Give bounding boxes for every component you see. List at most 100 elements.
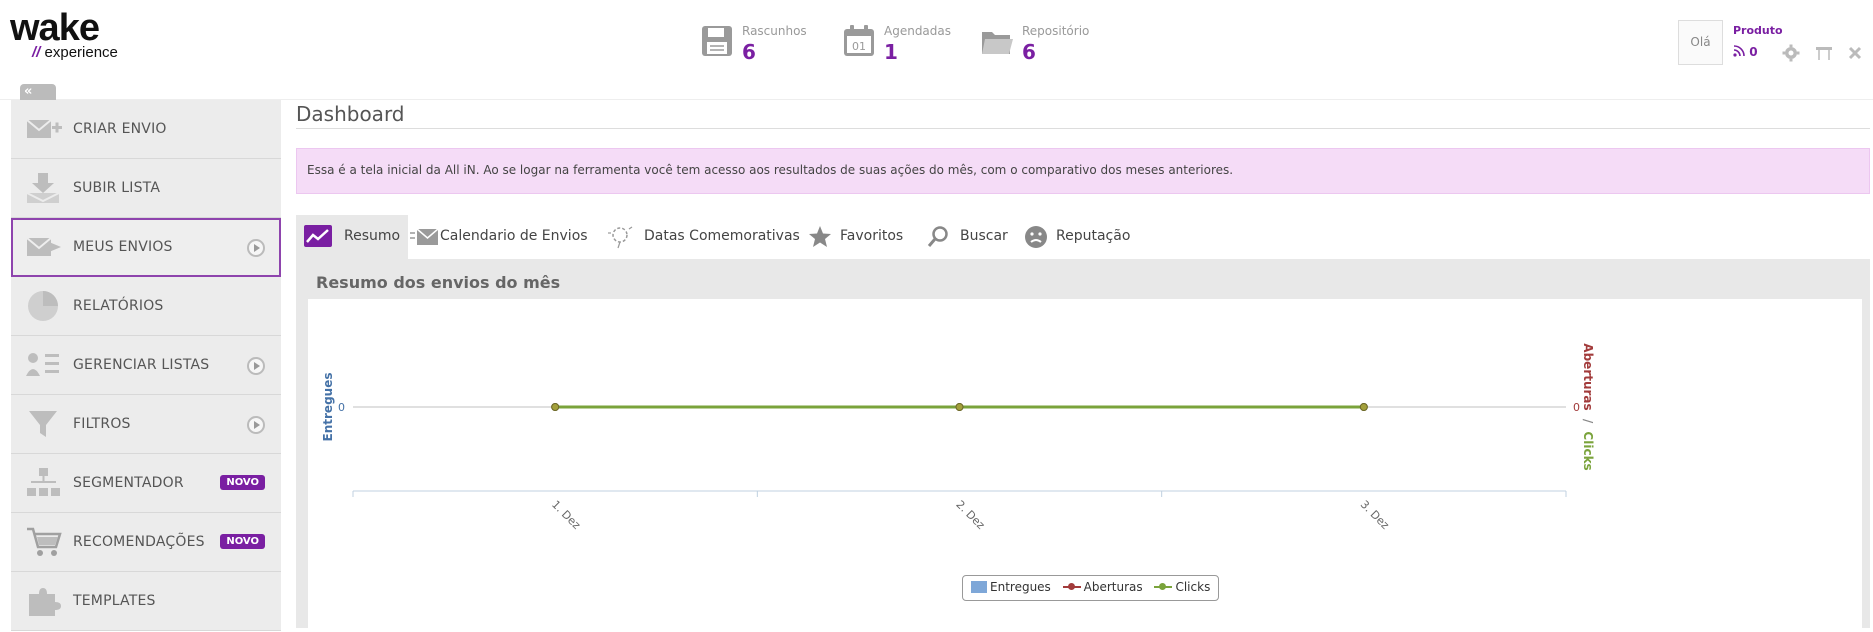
- stat-label: Repositório: [1022, 24, 1090, 38]
- feed-count: 0: [1749, 45, 1758, 59]
- gear-icon[interactable]: [1782, 44, 1800, 62]
- sidebar: CRIAR ENVIO SUBIR LISTA MEUS ENVIOS RELA…: [11, 100, 281, 631]
- tab-label: Buscar: [960, 228, 1008, 244]
- tab-resumo[interactable]: Resumo: [296, 215, 408, 259]
- my-sends-icon: [26, 237, 61, 256]
- sidebar-item-filtros[interactable]: FILTROS: [11, 395, 281, 454]
- y-axis-label-separator: /: [1581, 419, 1595, 424]
- user-name[interactable]: Produto: [1733, 24, 1783, 37]
- magnifier-icon: [927, 226, 948, 247]
- stat-value: 1: [884, 40, 898, 64]
- balloon-icon: [608, 226, 633, 249]
- feed-counter[interactable]: 0: [1733, 45, 1758, 59]
- sidebar-item-label: TEMPLATES: [73, 593, 156, 609]
- dashboard-tabs: Resumo Calendario de Envios Datas Comemo…: [296, 215, 1870, 259]
- tab-calendario[interactable]: Calendario de Envios: [408, 215, 598, 259]
- chart-container: 1. Dez 2. Dez 3. Dez Entregues 0 0 Abertur…: [308, 299, 1862, 628]
- tab-label: Calendario de Envios: [440, 228, 588, 244]
- sidebar-item-templates[interactable]: TEMPLATES: [11, 572, 281, 631]
- stat-label: Agendadas: [884, 24, 952, 38]
- funnel-icon: [29, 411, 57, 437]
- manage-lists-icon: [26, 353, 59, 376]
- trend-icon: [304, 225, 332, 247]
- wake-logo[interactable]: wake // experience: [10, 8, 118, 61]
- calendar-day-text: 01: [852, 40, 866, 53]
- tab-datas-comemorativas[interactable]: Datas Comemorativas: [598, 215, 800, 259]
- cart-icon: [27, 527, 62, 556]
- stat-value: 6: [1022, 40, 1036, 64]
- sidebar-item-label: RELATÓRIOS: [73, 298, 164, 314]
- monitor-icon[interactable]: [1815, 44, 1833, 62]
- y-axis-label-clicks: Clicks: [1581, 431, 1595, 470]
- x-tick-label: 3. Dez: [1358, 498, 1392, 532]
- tab-buscar[interactable]: Buscar: [916, 215, 1008, 259]
- legend-label: Clicks: [1175, 580, 1211, 594]
- sidebar-item-subir-lista[interactable]: SUBIR LISTA: [11, 159, 281, 218]
- sidebar-item-label: CRIAR ENVIO: [73, 121, 167, 137]
- tab-favoritos[interactable]: Favoritos: [796, 215, 906, 259]
- expand-arrow-icon[interactable]: [247, 416, 265, 434]
- sidebar-item-label: MEUS ENVIOS: [73, 239, 173, 255]
- page-title: Dashboard: [296, 102, 405, 126]
- sidebar-item-relatorios[interactable]: RELATÓRIOS: [11, 277, 281, 336]
- y-tick-right: 0: [1573, 401, 1580, 414]
- new-badge: NOVO: [220, 475, 265, 490]
- folder-icon: [982, 32, 1013, 54]
- y-axis-label-left: Entregues: [321, 373, 335, 442]
- sidebar-item-label: SUBIR LISTA: [73, 180, 161, 196]
- sidebar-item-criar-envio[interactable]: CRIAR ENVIO: [11, 100, 281, 159]
- puzzle-icon: [29, 588, 61, 616]
- legend-label: Aberturas: [1083, 580, 1143, 594]
- sidebar-item-segmentador[interactable]: SEGMENTADOR NOVO: [11, 454, 281, 513]
- pie-chart-icon: [28, 291, 58, 321]
- sidebar-item-recomendacoes[interactable]: RECOMENDAÇÕES NOVO: [11, 513, 281, 572]
- data-point-clicks[interactable]: [1359, 403, 1368, 411]
- close-icon[interactable]: [1846, 44, 1864, 62]
- y-tick-left: 0: [338, 401, 345, 414]
- envelope-icon: [410, 228, 438, 245]
- star-icon: [809, 226, 831, 247]
- sidebar-item-label: FILTROS: [73, 416, 131, 432]
- face-icon: [1025, 226, 1047, 248]
- stat-value: 6: [742, 40, 756, 64]
- floppy-disk-icon: [702, 26, 732, 56]
- logo-subtitle: // experience: [32, 44, 118, 61]
- top-header: wake // experience Rascunhos 6 01 Agenda…: [0, 0, 1873, 100]
- data-point-clicks[interactable]: [551, 403, 560, 411]
- legend-label: Entregues: [990, 580, 1051, 594]
- sidebar-item-label: RECOMENDAÇÕES: [73, 534, 205, 550]
- sidebar-item-label: GERENCIAR LISTAS: [73, 357, 210, 373]
- tab-reputacao[interactable]: Reputação: [1014, 215, 1134, 259]
- expand-arrow-icon[interactable]: [247, 357, 265, 375]
- tab-label: Favoritos: [840, 228, 904, 244]
- logo-wordmark: wake: [10, 7, 100, 49]
- chart-legend: Entregues Aberturas Clicks: [962, 575, 1220, 601]
- sidebar-item-meus-envios[interactable]: MEUS ENVIOS: [11, 218, 281, 277]
- legend-item-entregues[interactable]: Entregues: [971, 580, 1051, 594]
- tab-label: Resumo: [344, 228, 401, 244]
- sidebar-collapse-button[interactable]: «: [20, 84, 56, 100]
- tab-label: Datas Comemorativas: [644, 228, 800, 244]
- user-avatar[interactable]: Olá: [1678, 20, 1723, 65]
- logo-sub-text: experience: [44, 44, 118, 61]
- tab-label: Reputação: [1056, 228, 1131, 244]
- data-point-clicks[interactable]: [955, 403, 964, 411]
- calendar-icon: 01: [844, 25, 874, 56]
- logo-slash: //: [32, 44, 41, 61]
- segmenter-icon: [27, 468, 60, 496]
- info-message: Essa é a tela inicial da All iN. Ao se l…: [296, 148, 1870, 194]
- sidebar-item-gerenciar-listas[interactable]: GERENCIAR LISTAS: [11, 336, 281, 395]
- panel-title: Resumo dos envios do mês: [316, 273, 561, 292]
- new-badge: NOVO: [220, 534, 265, 549]
- sidebar-item-label: SEGMENTADOR: [73, 475, 184, 491]
- y-axis-label-right: Aberturas / Clicks: [1581, 343, 1595, 470]
- stat-label: Rascunhos: [742, 24, 807, 38]
- legend-item-aberturas[interactable]: Aberturas: [1062, 580, 1143, 594]
- expand-arrow-icon[interactable]: [247, 239, 265, 257]
- x-tick-label: 1. Dez: [549, 498, 583, 532]
- summary-panel: Resumo dos envios do mês 1. Dez 2. Dez 3. …: [296, 259, 1870, 628]
- y-axis-label-aberturas: Aberturas: [1581, 343, 1595, 410]
- legend-swatch: [1062, 583, 1081, 590]
- legend-item-clicks[interactable]: Clicks: [1154, 580, 1210, 594]
- upload-list-icon: [26, 173, 60, 203]
